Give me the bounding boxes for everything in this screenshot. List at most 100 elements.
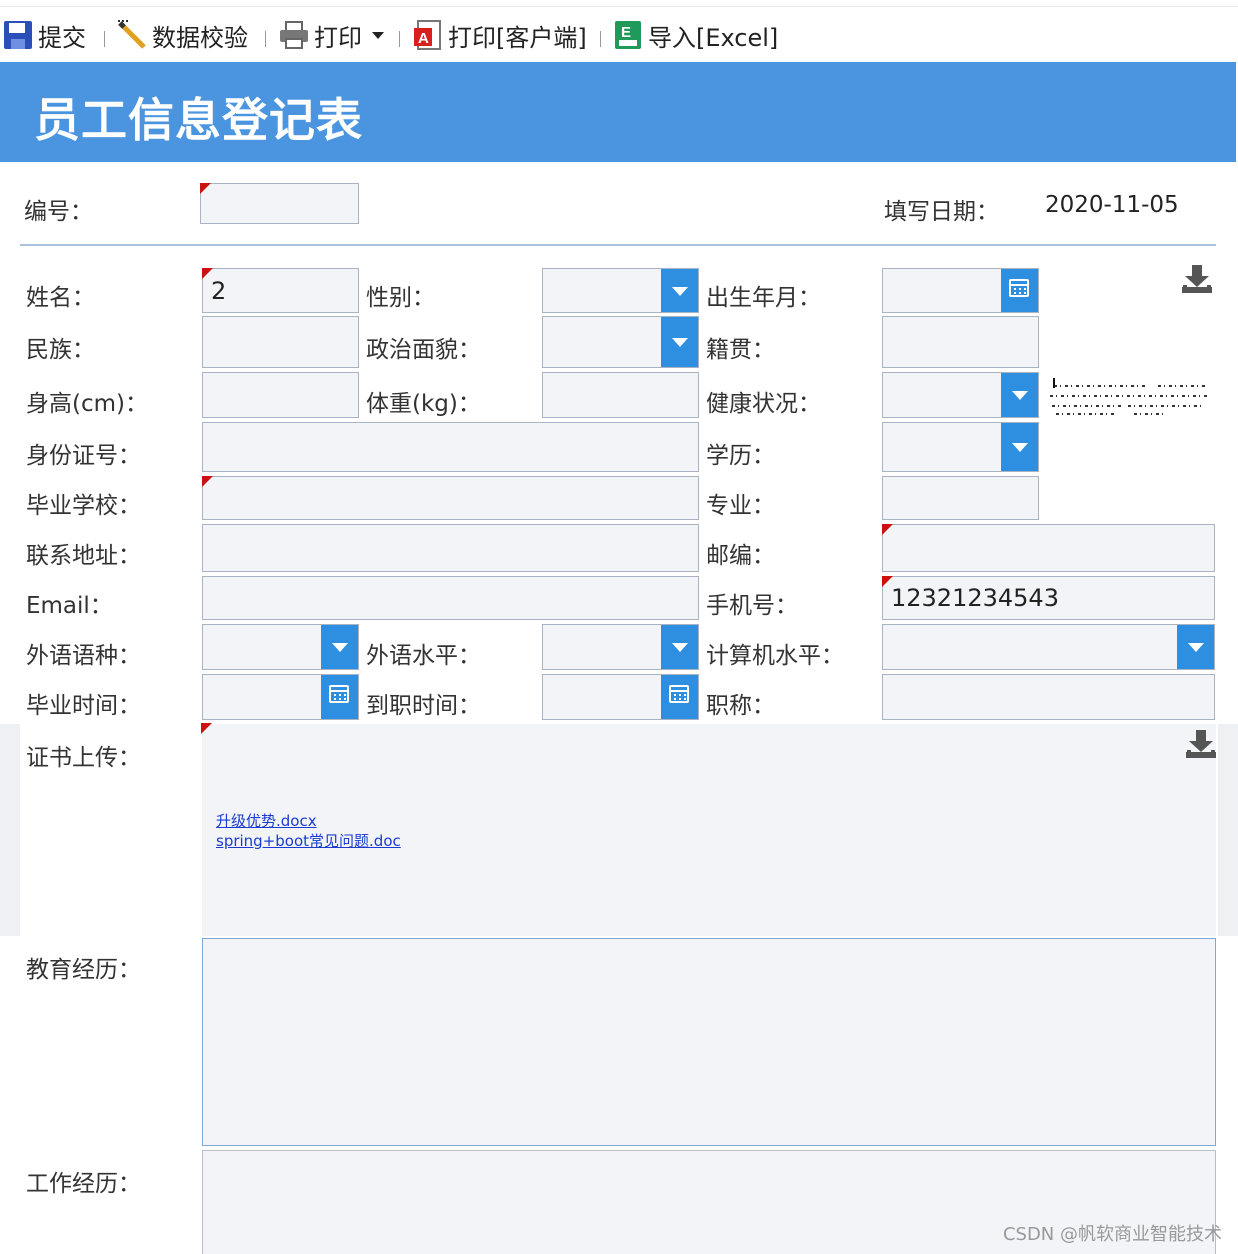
form-header: 员工信息登记表 xyxy=(0,62,1236,162)
politics-label: 政治面貌： xyxy=(366,337,481,363)
height-field[interactable] xyxy=(202,372,359,418)
work-history-label: 工作经历： xyxy=(26,1171,141,1197)
submit-button[interactable]: 提交 xyxy=(2,17,86,53)
lang-type-select[interactable] xyxy=(202,624,359,670)
watermark: CSDN @帆软商业智能技术 xyxy=(1002,1224,1222,1245)
required-marker xyxy=(882,524,893,535)
phone-field[interactable]: 12321234543 xyxy=(882,576,1215,620)
submit-label: 提交 xyxy=(38,23,86,52)
major-label: 专业： xyxy=(706,493,775,519)
validate-label: 数据校验 xyxy=(152,23,248,52)
number-label: 编号： xyxy=(24,199,93,225)
health-label: 健康状况： xyxy=(706,391,821,417)
excel-icon: E xyxy=(612,19,644,51)
idcard-field[interactable] xyxy=(202,422,699,472)
attachment-link[interactable]: 升级优势.docx xyxy=(216,810,317,831)
education-select[interactable] xyxy=(882,422,1039,472)
weight-field[interactable] xyxy=(542,372,699,418)
fill-date-label: 填写日期： xyxy=(884,199,999,225)
grad-time-label: 毕业时间： xyxy=(26,693,141,719)
cert-label: 证书上传： xyxy=(26,745,141,771)
toolbar-separator xyxy=(265,31,266,47)
fill-date-value: 2020-11-05 xyxy=(1045,192,1179,218)
health-select[interactable] xyxy=(882,372,1039,418)
dropdown-arrow-icon[interactable] xyxy=(1001,423,1038,471)
dropdown-arrow-icon[interactable] xyxy=(321,625,358,669)
birth-date-picker[interactable] xyxy=(882,268,1039,313)
phone-value: 12321234543 xyxy=(891,584,1059,612)
chevron-down-icon xyxy=(372,31,384,39)
required-marker xyxy=(200,183,211,194)
weight-label: 体重(kg)： xyxy=(366,391,481,417)
join-time-label: 到职时间： xyxy=(366,693,481,719)
address-label: 联系地址： xyxy=(26,543,141,569)
svg-text:A: A xyxy=(418,30,429,47)
required-marker xyxy=(202,476,213,487)
number-field[interactable] xyxy=(200,183,359,224)
title-label: 职称： xyxy=(706,693,775,719)
cert-upload-area[interactable]: 升级优势.docx spring+boot常见问题.doc xyxy=(201,723,1216,936)
major-field[interactable] xyxy=(882,476,1039,520)
postcode-label: 邮编： xyxy=(706,543,775,569)
print-client-button[interactable]: A 打印[客户端] xyxy=(412,17,587,53)
dropdown-arrow-icon[interactable] xyxy=(661,269,698,312)
native-label: 籍贯： xyxy=(706,337,775,363)
validate-pencil-icon xyxy=(116,19,148,51)
dropdown-arrow-icon[interactable] xyxy=(1001,373,1038,417)
required-marker xyxy=(201,723,212,734)
attachment-link[interactable]: spring+boot常见问题.doc xyxy=(216,830,401,851)
toolbar-separator xyxy=(399,31,400,47)
lang-level-label: 外语水平： xyxy=(366,643,481,669)
calendar-icon[interactable] xyxy=(661,675,698,719)
import-excel-label: 导入[Excel] xyxy=(648,23,779,52)
download-icon[interactable] xyxy=(1180,263,1214,295)
lang-type-label: 外语语种： xyxy=(26,643,141,669)
download-icon[interactable] xyxy=(1184,728,1218,760)
ethnicity-field[interactable] xyxy=(202,316,359,368)
computer-level-select[interactable] xyxy=(882,624,1215,670)
toolbar-separator xyxy=(600,31,601,47)
native-field[interactable] xyxy=(882,316,1039,368)
photo-placeholder-scribble xyxy=(1050,378,1208,415)
calendar-icon[interactable] xyxy=(321,675,358,719)
svg-text:E: E xyxy=(621,24,631,41)
form-title: 员工信息登记表 xyxy=(34,93,363,147)
name-field[interactable]: 2 xyxy=(202,268,359,313)
divider xyxy=(20,244,1216,246)
idcard-label: 身份证号： xyxy=(26,443,141,469)
dropdown-arrow-icon[interactable] xyxy=(1177,625,1214,669)
postcode-field[interactable] xyxy=(882,524,1215,572)
calendar-icon[interactable] xyxy=(1001,269,1038,312)
edu-history-label: 教育经历： xyxy=(26,957,141,983)
title-field[interactable] xyxy=(882,674,1215,720)
edu-history-textarea[interactable] xyxy=(202,938,1216,1146)
computer-level-label: 计算机水平： xyxy=(706,643,844,669)
ethnicity-label: 民族： xyxy=(26,337,95,363)
pdf-print-icon: A xyxy=(412,19,444,51)
politics-select[interactable] xyxy=(542,316,699,368)
gender-label: 性别： xyxy=(366,285,435,311)
name-label: 姓名： xyxy=(26,285,95,311)
dropdown-arrow-icon[interactable] xyxy=(661,317,698,367)
print-button[interactable]: 打印 xyxy=(278,17,384,53)
school-field[interactable] xyxy=(202,476,699,520)
side-strip xyxy=(0,724,20,936)
address-field[interactable] xyxy=(202,524,699,572)
import-excel-button[interactable]: E 导入[Excel] xyxy=(612,17,778,53)
education-label: 学历： xyxy=(706,443,775,469)
email-label: Email： xyxy=(26,593,113,619)
grad-time-picker[interactable] xyxy=(202,674,359,720)
validate-button[interactable]: 数据校验 xyxy=(116,17,248,53)
lang-level-select[interactable] xyxy=(542,624,699,670)
join-time-picker[interactable] xyxy=(542,674,699,720)
dropdown-arrow-icon[interactable] xyxy=(661,625,698,669)
gender-select[interactable] xyxy=(542,268,699,313)
print-label: 打印 xyxy=(314,23,362,52)
name-value: 2 xyxy=(211,276,227,305)
height-label: 身高(cm)： xyxy=(26,391,148,417)
printer-icon xyxy=(278,19,310,51)
toolbar: 提交 数据校验 打印 A 打印[客户端] E 导入[Excel] xyxy=(0,6,1238,63)
birth-label: 出生年月： xyxy=(706,285,821,311)
side-strip xyxy=(1218,724,1238,936)
email-field[interactable] xyxy=(202,576,699,620)
